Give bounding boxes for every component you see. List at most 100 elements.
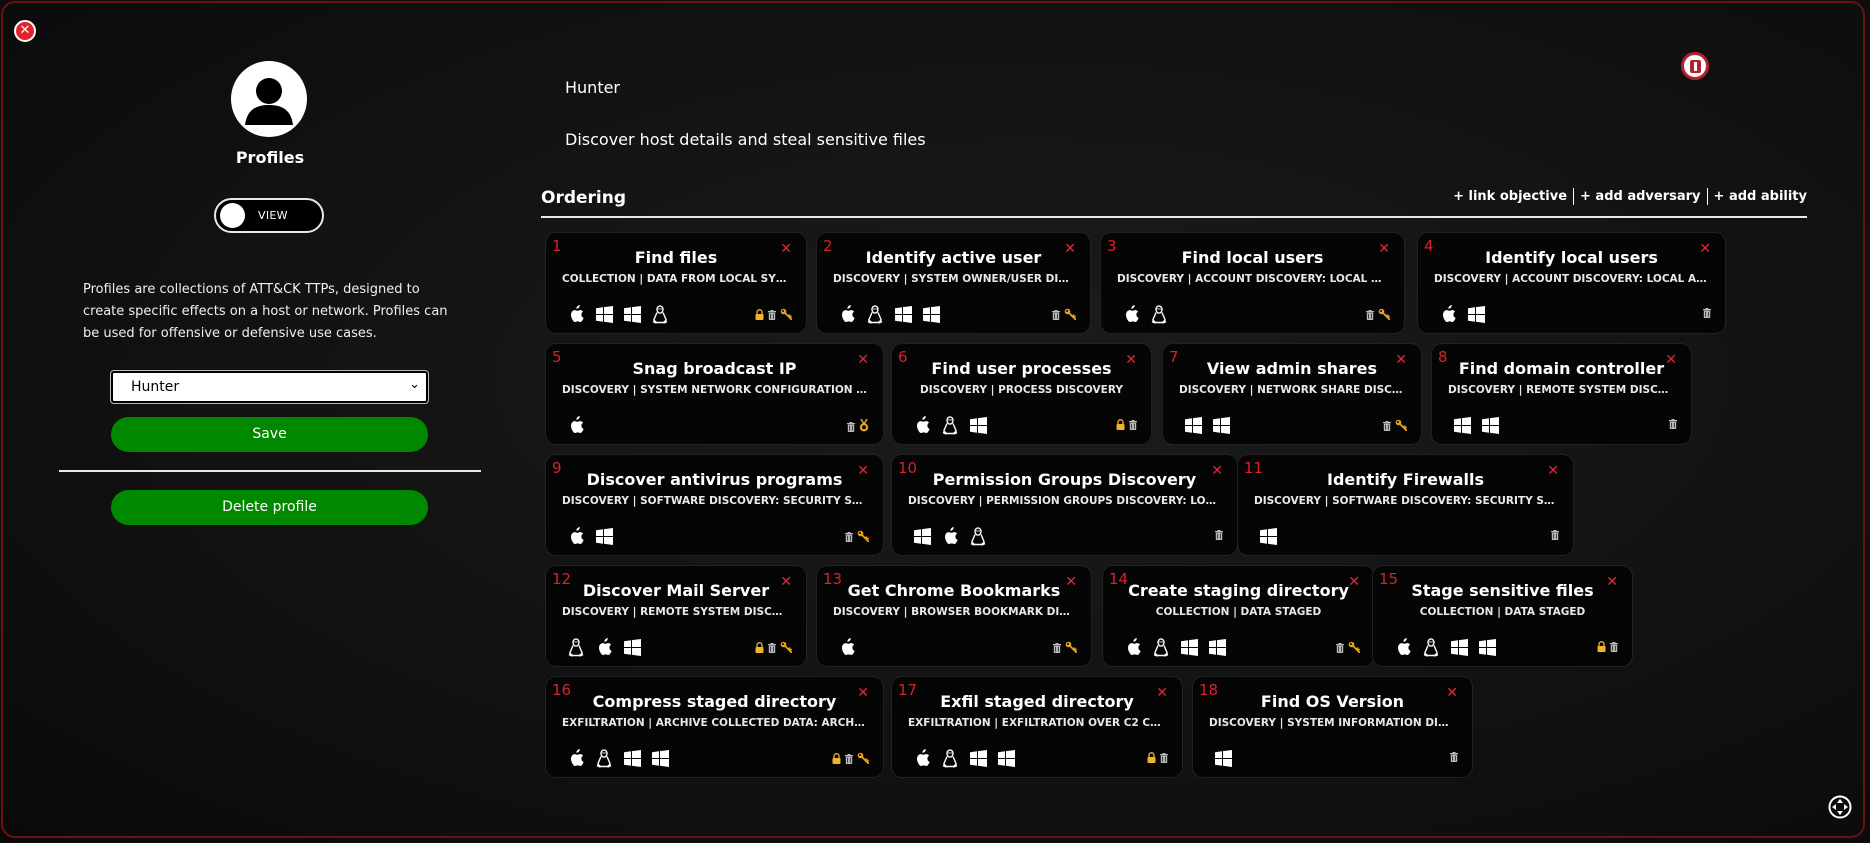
- ability-card[interactable]: 6 ✕ Find user processes DISCOVERY | PROCESS…: [892, 344, 1151, 444]
- ability-card[interactable]: 10 ✕ Permission Groups Discovery DISCOVERY …: [892, 455, 1237, 555]
- ordering-actions: + link objective + add adversary + add a…: [1453, 188, 1807, 205]
- close-icon[interactable]: ✕: [14, 20, 36, 42]
- ability-title: Find files: [634, 248, 718, 267]
- lock-icon: [1116, 419, 1125, 430]
- ability-tactic: DISCOVERY | PERMISSION GROUPS DISCOVERY:…: [908, 495, 1221, 507]
- status-icons: [1597, 641, 1618, 652]
- platform-icons: [1213, 747, 1233, 769]
- apple-icon: [1438, 304, 1458, 324]
- platform-icons: [1183, 414, 1231, 436]
- ability-card[interactable]: 17 ✕ Exfil staged directory EXFILTRATION | …: [892, 677, 1182, 777]
- ordering-title: Ordering: [541, 188, 627, 208]
- windows-icon: [1452, 415, 1472, 435]
- delete-profile-button[interactable]: Delete profile: [111, 490, 428, 525]
- apple-icon: [566, 526, 586, 546]
- status-icons: [832, 752, 869, 764]
- status-icons: [1551, 530, 1559, 540]
- add-ability-button[interactable]: + add ability: [1714, 189, 1807, 204]
- trash-icon: [1610, 642, 1618, 652]
- windows-icon: [622, 748, 642, 768]
- linux-icon: [1149, 304, 1169, 324]
- ability-title: Permission Groups Discovery: [932, 470, 1197, 489]
- windows-icon: [1183, 415, 1203, 435]
- ability-card[interactable]: 1 ✕ Find files COLLECTION | DATA FROM LOCAL…: [546, 233, 806, 333]
- status-icons: [1053, 641, 1077, 653]
- ability-title: Exfil staged directory: [940, 692, 1134, 711]
- apple-icon: [1393, 637, 1413, 657]
- ability-title: Identify local users: [1485, 248, 1658, 267]
- platform-icons: [566, 414, 586, 436]
- ability-card[interactable]: 3 ✕ Find local users DISCOVERY | ACCOUNT DI…: [1101, 233, 1404, 333]
- windows-icon: [968, 415, 988, 435]
- ability-title: Stage sensitive files: [1411, 581, 1594, 600]
- trash-icon: [1383, 421, 1391, 431]
- ability-card[interactable]: 18 ✕ Find OS Version DISCOVERY | SYSTEM INF…: [1193, 677, 1472, 777]
- ability-title: Find OS Version: [1260, 692, 1405, 711]
- ability-tactic: COLLECTION | DATA STAGED: [1419, 606, 1586, 618]
- key-icon: [1395, 419, 1407, 431]
- view-toggle[interactable]: VIEW: [214, 198, 324, 233]
- ability-tactic: DISCOVERY | PROCESS DISCOVERY: [920, 384, 1123, 396]
- profile-name: Hunter: [565, 78, 621, 97]
- windows-icon: [1213, 748, 1233, 768]
- ability-title: Discover Mail Server: [582, 581, 770, 600]
- ability-card[interactable]: 9 ✕ Discover antivirus programs DISCOVERY |…: [546, 455, 883, 555]
- trash-icon: [1053, 643, 1061, 653]
- key-icon: [1064, 308, 1076, 320]
- windows-icon: [996, 748, 1016, 768]
- apple-icon: [566, 415, 586, 435]
- ability-card[interactable]: 5 ✕ Snag broadcast IP DISCOVERY | SYSTEM NE…: [546, 344, 883, 444]
- windows-icon: [1449, 637, 1469, 657]
- windows-icon: [594, 304, 614, 324]
- sidebar-divider: [59, 470, 481, 472]
- ability-card[interactable]: 13 ✕ Get Chrome Bookmarks DISCOVERY | BROWS…: [817, 566, 1091, 666]
- trash-icon: [845, 754, 853, 764]
- linux-icon: [940, 415, 960, 435]
- ability-card[interactable]: 14 ✕ Create staging directory COLLECTION | …: [1103, 566, 1374, 666]
- link-objective-button[interactable]: + link objective: [1453, 189, 1567, 204]
- lock-icon: [755, 309, 764, 320]
- profiles-description: Profiles are collections of ATT&CK TTPs,…: [83, 282, 448, 341]
- ability-card[interactable]: 7 ✕ View admin shares DISCOVERY | NETWORK S…: [1163, 344, 1421, 444]
- windows-icon: [650, 748, 670, 768]
- help-icon[interactable]: [1681, 52, 1709, 80]
- lock-icon: [832, 753, 841, 764]
- toggle-knob: [220, 203, 245, 228]
- save-button[interactable]: Save: [111, 417, 428, 452]
- platform-icons: [1123, 636, 1227, 658]
- ability-card[interactable]: 11 ✕ Identify Firewalls DISCOVERY | SOFTWAR…: [1238, 455, 1573, 555]
- ability-card[interactable]: 15 ✕ Stage sensitive files COLLECTION | DAT…: [1373, 566, 1632, 666]
- trash-icon: [847, 422, 855, 432]
- ability-card[interactable]: 16 ✕ Compress staged directory EXFILTRATION…: [546, 677, 883, 777]
- windows-icon: [1258, 526, 1278, 546]
- platform-icons: [1438, 303, 1486, 325]
- ability-tactic: DISCOVERY | SYSTEM OWNER/USER DISCOV...: [833, 273, 1074, 285]
- windows-icon: [1211, 415, 1231, 435]
- ability-title: Get Chrome Bookmarks: [847, 581, 1061, 600]
- apple-icon: [566, 304, 586, 324]
- trash-icon: [768, 310, 776, 320]
- ability-tactic: DISCOVERY | ACCOUNT DISCOVERY: LOCAL ACC…: [1434, 273, 1709, 285]
- ability-card[interactable]: 4 ✕ Identify local users DISCOVERY | ACCOUN…: [1418, 233, 1725, 333]
- windows-icon: [1179, 637, 1199, 657]
- move-icon[interactable]: [1828, 795, 1852, 819]
- status-icons: [1366, 308, 1390, 320]
- chevron-down-icon: ⌄: [409, 377, 420, 392]
- ability-card[interactable]: 12 ✕ Discover Mail Server DISCOVERY | REMOT…: [546, 566, 806, 666]
- linux-icon: [968, 526, 988, 546]
- ability-card[interactable]: 2 ✕ Identify active user DISCOVERY | SYSTEM…: [817, 233, 1090, 333]
- key-icon: [1065, 641, 1077, 653]
- platform-icons: [837, 636, 857, 658]
- ability-tactic: DISCOVERY | BROWSER BOOKMARK DISCOV...: [833, 606, 1075, 618]
- profile-select[interactable]: Hunter ⌄: [110, 370, 429, 404]
- windows-icon: [594, 526, 614, 546]
- ability-card[interactable]: 8 ✕ Find domain controller DISCOVERY | REMO…: [1432, 344, 1691, 444]
- apple-icon: [912, 415, 932, 435]
- lock-icon: [1597, 641, 1606, 652]
- apple-icon: [1123, 637, 1143, 657]
- ability-tactic: DISCOVERY | REMOTE SYSTEM DISCOVERY: [1448, 384, 1675, 396]
- ability-title: Identify active user: [865, 248, 1042, 267]
- linux-icon: [650, 304, 670, 324]
- add-adversary-button[interactable]: + add adversary: [1580, 189, 1701, 204]
- apple-icon: [940, 526, 960, 546]
